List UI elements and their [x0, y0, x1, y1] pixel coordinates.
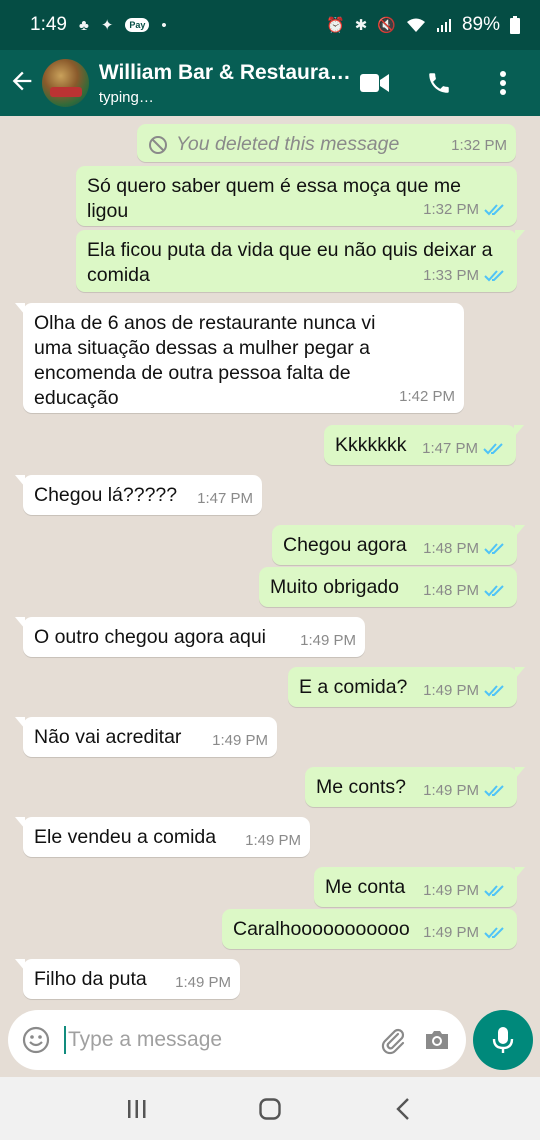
chat-header: William Bar & Restaura… typing…: [0, 50, 540, 116]
avatar[interactable]: [41, 59, 89, 107]
message-meta: 1:49 PM: [423, 778, 508, 803]
attach-icon[interactable]: [378, 1025, 408, 1055]
message-time: 1:49 PM: [245, 832, 301, 849]
message-meta: 1:49 PM: [423, 878, 508, 903]
message-bubble-outgoing[interactable]: Kkkkkkk 1:47 PM: [324, 425, 524, 465]
back-nav-icon[interactable]: [383, 1089, 423, 1129]
status-bar: 1:49 ♣ ✦ Pay • ⏰ ✱ 🔇 89%: [0, 0, 540, 50]
message-meta: 1:32 PM: [423, 197, 508, 222]
message-time: 1:42 PM: [399, 388, 455, 405]
read-receipt-icon: [483, 442, 503, 454]
read-receipt-icon: [484, 584, 504, 596]
message-bubble-incoming[interactable]: Filho da puta 1:49 PM: [15, 959, 240, 999]
read-receipt-icon: [484, 542, 504, 554]
notification-icon: ♣: [78, 16, 89, 34]
message-time: 1:49 PM: [423, 924, 479, 941]
message-meta: 1:48 PM: [423, 578, 508, 603]
message-meta: 1:42 PM: [399, 384, 455, 409]
microphone-icon: [492, 1027, 514, 1053]
message-meta: 1:47 PM: [197, 486, 253, 511]
dot-icon: •: [161, 16, 167, 34]
bluetooth-icon: ✱: [354, 17, 368, 34]
home-icon[interactable]: [250, 1089, 290, 1129]
read-receipt-icon: [484, 784, 504, 796]
message-bubble-outgoing[interactable]: Chegou agora 1:48 PM: [272, 525, 525, 565]
message-bubble-outgoing[interactable]: Muito obrigado 1:48 PM: [259, 567, 517, 607]
message-time: 1:47 PM: [422, 440, 478, 457]
message-meta: 1:49 PM: [423, 678, 508, 703]
message-time: 1:33 PM: [423, 267, 479, 284]
emoji-icon[interactable]: [22, 1026, 50, 1054]
message-meta: 1:32 PM: [451, 133, 507, 158]
message-bubble-incoming[interactable]: Ele vendeu a comida 1:49 PM: [15, 817, 310, 857]
message-bubble-incoming[interactable]: O outro chegou agora aqui 1:49 PM: [15, 617, 365, 657]
more-options-icon[interactable]: [488, 68, 518, 98]
read-receipt-icon: [484, 884, 504, 896]
battery-percent: 89%: [461, 14, 500, 35]
message-time: 1:47 PM: [197, 490, 253, 507]
message-meta: 1:49 PM: [423, 920, 508, 945]
read-receipt-icon: [484, 203, 504, 215]
contact-status: typing…: [98, 88, 154, 106]
message-bubble-outgoing[interactable]: E a comida? 1:49 PM: [288, 667, 525, 707]
message-time: 1:49 PM: [423, 882, 479, 899]
battery-icon: [510, 16, 520, 34]
message-time: 1:32 PM: [423, 201, 479, 218]
message-meta: 1:49 PM: [245, 828, 301, 853]
microphone-button[interactable]: [473, 1010, 533, 1070]
message-list[interactable]: You deleted this message 1:32 PM Só quer…: [0, 116, 540, 1006]
signal-icon: [436, 19, 451, 32]
video-call-icon[interactable]: [360, 68, 390, 98]
twitter-icon: ✦: [100, 17, 114, 34]
camera-icon[interactable]: [422, 1025, 452, 1055]
message-text: Olha de 6 anos de restaurante nunca vi u…: [34, 312, 376, 409]
message-bubble-incoming[interactable]: Chegou lá????? 1:47 PM: [15, 475, 262, 515]
contact-name[interactable]: William Bar & Restaura…: [99, 61, 360, 85]
message-bubble-outgoing[interactable]: Só quero saber quem é essa moça que me l…: [76, 166, 517, 226]
status-time: 1:49: [30, 14, 67, 35]
read-receipt-icon: [484, 926, 504, 938]
message-time: 1:49 PM: [423, 682, 479, 699]
recent-apps-icon[interactable]: [117, 1089, 157, 1129]
message-time: 1:49 PM: [300, 632, 356, 649]
message-meta: 1:47 PM: [422, 436, 507, 461]
contact-info[interactable]: William Bar & Restaura… typing…: [99, 61, 360, 106]
message-bubble-outgoing[interactable]: Ela ficou puta da vida que eu não quis d…: [76, 230, 525, 292]
message-meta: 1:49 PM: [300, 628, 356, 653]
message-bubble-incoming[interactable]: Não vai acreditar 1:49 PM: [15, 717, 277, 757]
back-arrow-icon[interactable]: [8, 67, 42, 100]
text-cursor: [64, 1026, 66, 1054]
message-meta: 1:48 PM: [423, 536, 508, 561]
message-meta: 1:49 PM: [175, 970, 231, 995]
message-bubble-outgoing[interactable]: Me conts? 1:49 PM: [305, 767, 525, 807]
alarm-icon: ⏰: [326, 17, 345, 34]
deleted-icon: [149, 135, 167, 154]
read-receipt-icon: [484, 269, 504, 281]
wifi-icon: [406, 18, 425, 32]
message-meta: 1:49 PM: [212, 728, 268, 753]
system-navigation-bar: [0, 1077, 540, 1140]
message-time: 1:48 PM: [423, 540, 479, 557]
message-time: 1:32 PM: [451, 137, 507, 154]
message-time: 1:49 PM: [212, 732, 268, 749]
message-bubble-outgoing[interactable]: Caralhooooooooooo 1:49 PM: [222, 909, 517, 949]
message-bubble-outgoing[interactable]: You deleted this message 1:32 PM: [137, 124, 516, 162]
message-meta: 1:33 PM: [423, 263, 508, 288]
message-bubble-incoming[interactable]: Olha de 6 anos de restaurante nunca vi u…: [15, 303, 464, 413]
message-input[interactable]: Type a message: [64, 1026, 364, 1054]
message-composer: Type a message: [8, 1010, 466, 1070]
message-text: You deleted this message: [176, 133, 400, 155]
pay-badge: Pay: [125, 18, 150, 32]
message-time: 1:49 PM: [423, 782, 479, 799]
message-time: 1:49 PM: [175, 974, 231, 991]
voice-call-icon[interactable]: [424, 68, 454, 98]
message-bubble-outgoing[interactable]: Me conta 1:49 PM: [314, 867, 525, 907]
message-input-placeholder: Type a message: [68, 1028, 223, 1051]
mute-icon: 🔇: [377, 17, 396, 34]
message-time: 1:48 PM: [423, 582, 479, 599]
message-text: Só quero saber quem é essa moça que me l…: [87, 175, 461, 222]
read-receipt-icon: [484, 684, 504, 696]
